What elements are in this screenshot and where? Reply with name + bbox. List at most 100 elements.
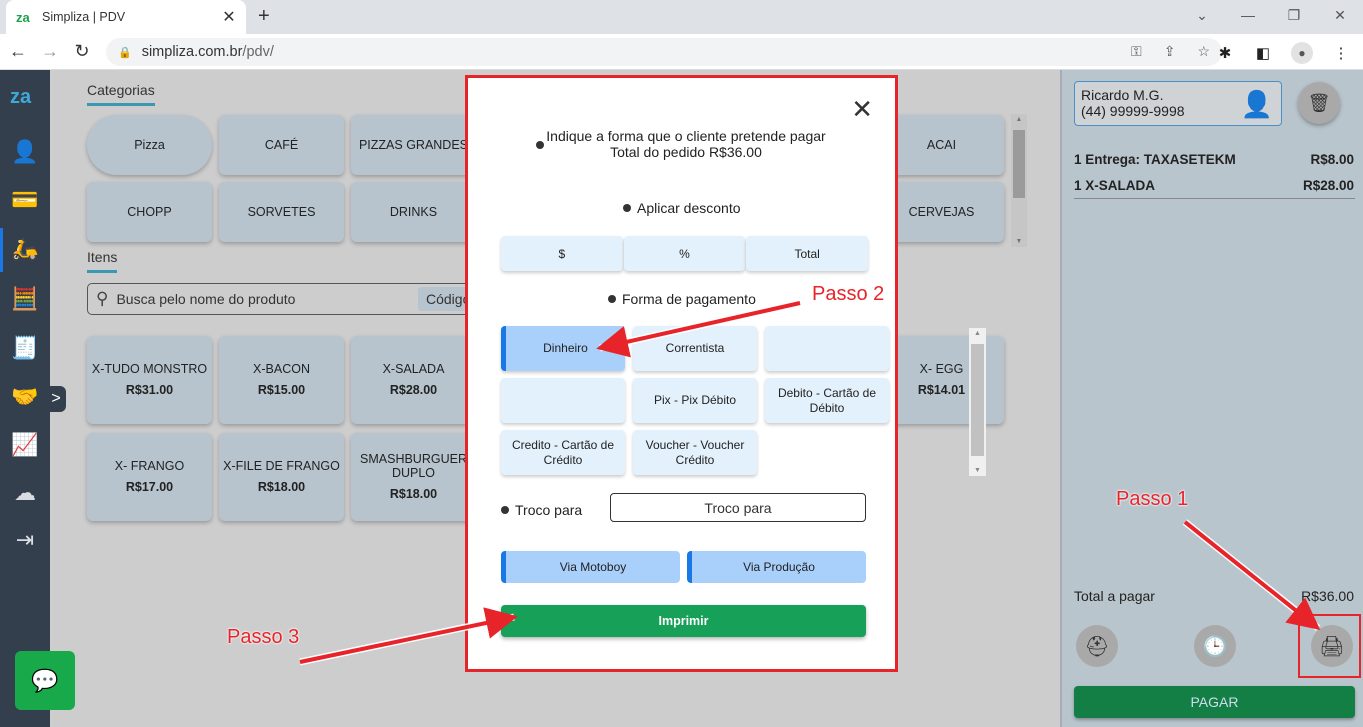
- sidebar-expand-button[interactable]: >: [46, 386, 66, 412]
- tab-close-icon[interactable]: ✕: [222, 7, 236, 27]
- tab-title: Simpliza | PDV: [42, 10, 126, 24]
- payment-method-correntista[interactable]: Correntista: [633, 326, 757, 371]
- product-search: ⚲ Código: [87, 283, 507, 315]
- category-pizzas-grandes[interactable]: PIZZAS GRANDES: [351, 115, 476, 175]
- bullet-icon: [623, 204, 631, 212]
- url-field[interactable]: 🔒 simpliza.com.br/pdv/ ⚿ ⇪ ☆: [106, 38, 1222, 66]
- product-card[interactable]: X- FRANGO R$17.00: [87, 433, 212, 521]
- payment-method-dinheiro[interactable]: Dinheiro: [501, 326, 625, 371]
- product-card[interactable]: X-TUDO MONSTRO R$31.00: [87, 336, 212, 424]
- discount-amount-button[interactable]: $: [501, 236, 623, 271]
- sidebar-item-cloud-settings-icon[interactable]: ☁: [8, 476, 42, 510]
- window-close-icon[interactable]: ✕: [1317, 0, 1363, 30]
- cart-line: 1 Entrega: TAXASETEKM R$8.00: [1074, 152, 1354, 167]
- payment-modal: ✕ Indique a forma que o cliente pretende…: [465, 75, 986, 672]
- profile-avatar-icon[interactable]: ●: [1291, 42, 1313, 64]
- via-motoboy-toggle[interactable]: Via Motoboy: [501, 551, 680, 583]
- payment-method-credito[interactable]: Credito - Cartão de Crédito: [501, 430, 625, 475]
- chat-icon: 💬: [31, 667, 59, 693]
- intro-line-1: Indique a forma que o cliente pretende p…: [546, 128, 826, 144]
- product-card[interactable]: X-SALADA R$28.00: [351, 336, 476, 424]
- key-icon[interactable]: ⚿: [1131, 43, 1142, 60]
- url-host: simpliza.com.br: [141, 44, 243, 60]
- sidebar: za 👤 💳 🛵 🧮 🧾 🤝 📈 ☁ ⇥: [0, 70, 50, 727]
- new-tab-button[interactable]: +: [258, 5, 270, 28]
- product-card[interactable]: SMASHBURGUER DUPLO R$18.00: [351, 433, 476, 521]
- user-edit-icon[interactable]: 👤: [1241, 89, 1273, 120]
- minimize-icon[interactable]: —: [1225, 0, 1271, 30]
- tab-search-icon[interactable]: ⌄: [1179, 0, 1225, 30]
- payment-methods-grid: Dinheiro Correntista Pix - Pix Débito De…: [501, 326, 894, 476]
- payment-method-empty[interactable]: [765, 326, 889, 371]
- reload-icon[interactable]: ↻: [72, 41, 92, 62]
- restore-icon[interactable]: ❐: [1271, 0, 1317, 30]
- discount-percent-button[interactable]: %: [623, 236, 746, 271]
- back-icon[interactable]: ←: [8, 41, 28, 62]
- product-search-input[interactable]: [116, 291, 407, 307]
- annotation-step-3: Passo 3: [227, 626, 300, 648]
- cart-divider: [1074, 198, 1355, 199]
- sidebar-item-attendant-icon[interactable]: 👤: [8, 135, 42, 169]
- bullet-icon: [501, 506, 509, 514]
- sidebar-item-delivery-icon[interactable]: 🛵: [8, 232, 42, 266]
- product-card[interactable]: X-BACON R$15.00: [219, 336, 344, 424]
- payment-methods-scrollbar[interactable]: ▲ ▼: [969, 328, 986, 476]
- product-card[interactable]: X-FILE DE FRANGO R$18.00: [219, 433, 344, 521]
- category-chopp[interactable]: CHOPP: [87, 182, 212, 242]
- sidebar-item-logout-icon[interactable]: ⇥: [8, 523, 42, 557]
- side-panel-icon[interactable]: ◧: [1253, 44, 1273, 62]
- category-pizza[interactable]: Pizza: [87, 115, 212, 175]
- via-producao-toggle[interactable]: Via Produção: [687, 551, 866, 583]
- sidebar-active-indicator: [0, 228, 3, 272]
- cart-line: 1 X-SALADA R$28.00: [1074, 178, 1354, 193]
- menu-kebab-icon[interactable]: ⋮: [1331, 44, 1351, 62]
- delivery-helmet-button[interactable]: ⛑: [1076, 625, 1118, 667]
- payment-method-pix[interactable]: Pix - Pix Débito: [633, 378, 757, 423]
- sidebar-item-cash-register-icon[interactable]: 🧮: [8, 282, 42, 316]
- address-bar: ← → ↻ 🔒 simpliza.com.br/pdv/ ⚿ ⇪ ☆ ✱ ◧ ●…: [0, 34, 1363, 70]
- app-logo: za: [10, 86, 32, 108]
- share-icon[interactable]: ⇪: [1164, 43, 1176, 60]
- category-sorvetes[interactable]: SORVETES: [219, 182, 344, 242]
- helmet-icon: ⛑: [1084, 635, 1110, 658]
- sidebar-item-card-icon[interactable]: 💳: [8, 183, 42, 217]
- window-controls: ⌄ — ❐ ✕: [1179, 0, 1363, 30]
- extensions-icon[interactable]: ✱: [1215, 44, 1235, 62]
- discount-options: $ % Total: [501, 236, 869, 271]
- modal-close-icon[interactable]: ✕: [851, 96, 873, 122]
- lock-icon: 🔒: [118, 46, 132, 59]
- pay-button[interactable]: PAGAR: [1074, 686, 1355, 718]
- browser-tab[interactable]: za Simpliza | PDV ✕: [6, 0, 246, 34]
- total-label: Total a pagar: [1074, 588, 1155, 604]
- favicon-icon: za: [16, 9, 30, 25]
- items-title: Itens: [87, 249, 118, 273]
- clear-cart-button[interactable]: 🗑: [1298, 82, 1340, 124]
- history-button[interactable]: 🕒: [1194, 625, 1236, 667]
- annotation-highlight-box: [1298, 614, 1361, 678]
- print-button[interactable]: Imprimir: [501, 605, 866, 637]
- category-drinks[interactable]: DRINKS: [351, 182, 476, 242]
- modal-intro: Indique a forma que o cliente pretende p…: [536, 128, 836, 160]
- chat-support-button[interactable]: 💬: [15, 651, 75, 710]
- sidebar-item-invoice-icon[interactable]: 🧾: [8, 331, 42, 365]
- payment-method-voucher[interactable]: Voucher - Voucher Crédito: [633, 430, 757, 475]
- forward-icon[interactable]: →: [40, 41, 60, 62]
- bookmark-star-icon[interactable]: ☆: [1197, 43, 1210, 60]
- categories-title: Categorias: [87, 82, 155, 106]
- trash-icon: 🗑: [1307, 92, 1331, 113]
- browser-tabbar: za Simpliza | PDV ✕ + ⌄ — ❐ ✕: [0, 0, 1363, 34]
- categories-scrollbar[interactable]: ▲ ▼: [1011, 114, 1027, 247]
- total-row: Total a pagar R$36.00: [1074, 588, 1354, 604]
- clock-icon: 🕒: [1202, 635, 1228, 658]
- annotation-step-1: Passo 1: [1116, 488, 1189, 510]
- client-card[interactable]: Ricardo M.G. (44) 99999-9998 👤: [1074, 81, 1282, 126]
- troco-heading: Troco para: [501, 502, 582, 518]
- sidebar-item-handshake-icon[interactable]: 🤝: [8, 380, 42, 414]
- sidebar-item-reports-icon[interactable]: 📈: [8, 428, 42, 462]
- payment-method-debito[interactable]: Debito - Cartão de Débito: [765, 378, 889, 423]
- discount-total-button[interactable]: Total: [746, 236, 869, 271]
- category-cafe[interactable]: CAFÉ: [219, 115, 344, 175]
- discount-heading: Aplicar desconto: [623, 200, 741, 216]
- payment-method-empty[interactable]: [501, 378, 625, 423]
- troco-input[interactable]: [610, 493, 866, 522]
